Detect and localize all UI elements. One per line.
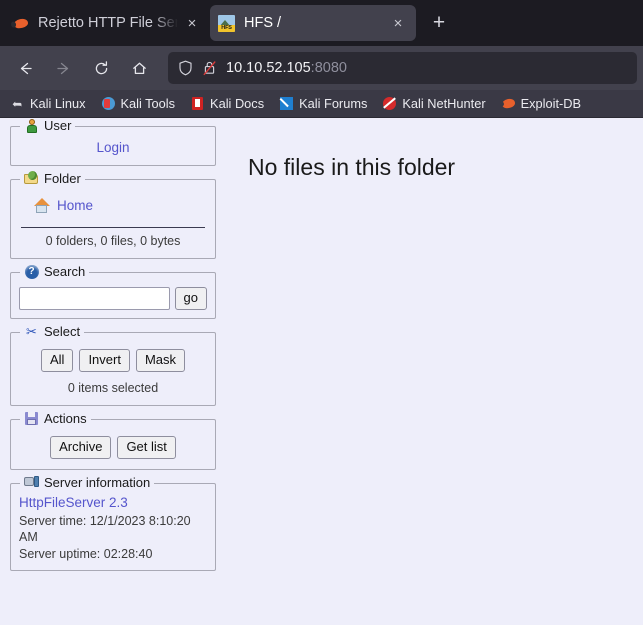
help-question-icon[interactable] [24, 264, 39, 279]
scissors-icon: ✂ [26, 323, 37, 339]
archive-button[interactable]: Archive [50, 435, 112, 459]
kali-docs-icon [190, 96, 205, 111]
select-invert-button[interactable]: Invert [79, 349, 130, 372]
hfs-page: User Login Folder Home 0 folders, 0 file… [0, 118, 643, 625]
main-content: No files in this folder [224, 118, 643, 625]
bookmark-kali-nethunter[interactable]: Kali NetHunter [378, 94, 489, 113]
bookmark-label: Kali Docs [210, 96, 265, 111]
new-tab-button[interactable]: + [424, 8, 454, 38]
panel-folder-legend: Folder [20, 171, 85, 186]
panel-user-legend: User [20, 118, 76, 133]
panel-server-information-legend: Server information [20, 474, 155, 490]
home-house-icon [33, 198, 50, 213]
bookmark-label: Kali Linux [30, 96, 86, 111]
user-icon [24, 118, 39, 133]
panel-user-title: User [44, 118, 72, 133]
select-status: 0 items selected [67, 380, 159, 395]
bookmark-label: Exploit-DB [520, 96, 582, 111]
browser-tab-bar: Rejetto HTTP File Server ( × HFS / × + [0, 0, 643, 46]
bookmark-label: Kali NetHunter [402, 96, 486, 111]
reload-icon[interactable] [85, 52, 117, 84]
panel-search-title: Search [44, 264, 86, 279]
bookmark-kali-linux[interactable]: ➦ Kali Linux [6, 94, 90, 113]
panel-select: ✂ Select All Invert Mask 0 items selecte… [10, 324, 216, 406]
folder-icon [24, 171, 39, 186]
server-version-link[interactable]: HttpFileServer 2.3 [19, 495, 128, 510]
back-icon[interactable] [9, 52, 41, 84]
get-list-button[interactable]: Get list [117, 435, 176, 459]
server-uptime: Server uptime: 02:28:40 [19, 546, 153, 561]
panel-user: User Login [10, 118, 216, 166]
no-files-message: No files in this folder [248, 154, 456, 180]
exploit-db-icon [500, 96, 516, 111]
panel-actions: Actions Archive Get list [10, 410, 216, 470]
bookmarks-bar: ➦ Kali Linux Kali Tools Kali Docs Kali F… [0, 90, 643, 118]
shield-icon[interactable] [178, 60, 193, 76]
search-go-button[interactable]: go [174, 287, 207, 310]
browser-tab-rejetto[interactable]: Rejetto HTTP File Server ( × [4, 5, 210, 41]
tab-close-icon[interactable]: × [182, 13, 202, 33]
login-link[interactable]: Login [96, 140, 129, 155]
tab-close-icon[interactable]: × [388, 13, 408, 33]
tab-title: Rejetto HTTP File Server ( [38, 15, 178, 31]
panel-actions-legend: Actions [20, 410, 91, 426]
panel-select-title: Select [44, 324, 81, 339]
bookmark-exploit-db[interactable]: Exploit-DB [497, 94, 585, 113]
folder-stats: 0 folders, 0 files, 0 bytes [45, 234, 181, 248]
address-bar[interactable]: 10.10.52.105:8080 [168, 52, 637, 84]
lock-crossed-icon[interactable] [202, 60, 217, 76]
bookmark-kali-tools[interactable]: Kali Tools [97, 94, 180, 113]
url-host: 10.10.52.105 [226, 60, 311, 76]
floppy-save-icon [24, 411, 39, 426]
kali-forums-icon [279, 96, 294, 111]
url-text: 10.10.52.105:8080 [226, 60, 347, 76]
select-mask-button[interactable]: Mask [135, 349, 186, 372]
panel-actions-title: Actions [44, 410, 87, 426]
browser-tab-hfs[interactable]: HFS / × [210, 5, 416, 41]
folder-divider [21, 227, 205, 228]
bookmark-kali-forums[interactable]: Kali Forums [275, 94, 371, 113]
bug-icon [12, 15, 29, 32]
panel-search: Search go [10, 264, 216, 319]
bookmark-kali-docs[interactable]: Kali Docs [186, 94, 268, 113]
tab-title: HFS / [244, 15, 282, 31]
panel-server-information: Server information HttpFileServer 2.3 Se… [10, 474, 216, 571]
home-icon[interactable] [123, 52, 155, 84]
hfs-icon [218, 14, 235, 32]
select-all-button[interactable]: All [40, 349, 74, 372]
bookmark-label: Kali Tools [120, 96, 176, 111]
url-port: :8080 [310, 60, 347, 76]
kali-nethunter-icon [382, 96, 397, 111]
panel-search-legend: Search [20, 264, 90, 279]
search-input[interactable] [19, 287, 170, 310]
panel-folder: Folder Home 0 folders, 0 files, 0 bytes [10, 171, 216, 259]
server-time: Server time: 12/1/2023 8:10:20 AM [19, 513, 191, 544]
home-link[interactable]: Home [57, 198, 93, 213]
kali-dragon-icon: ➦ [12, 96, 23, 111]
panel-select-legend: ✂ Select [20, 323, 85, 339]
panel-server-information-title: Server information [44, 474, 151, 490]
server-icon [24, 475, 39, 490]
panel-folder-title: Folder [44, 171, 81, 186]
sidebar: User Login Folder Home 0 folders, 0 file… [0, 118, 224, 625]
forward-icon[interactable] [47, 52, 79, 84]
folder-home-row[interactable]: Home [19, 186, 207, 227]
kali-tools-icon [101, 96, 116, 111]
browser-nav-bar: 10.10.52.105:8080 [0, 46, 643, 90]
bookmark-label: Kali Forums [299, 96, 368, 111]
